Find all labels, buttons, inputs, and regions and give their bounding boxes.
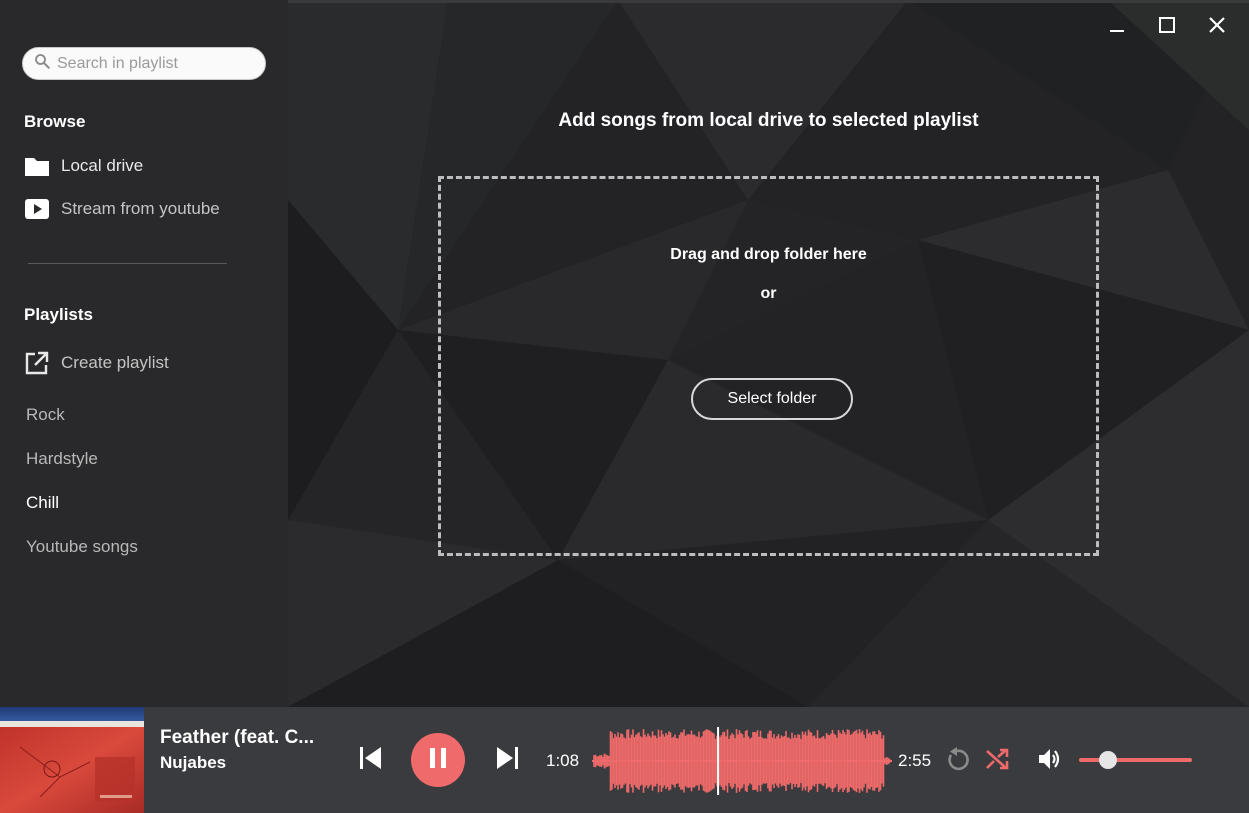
minimize-icon — [1108, 16, 1126, 39]
drop-zone-text: Drag and drop folder here — [670, 246, 867, 263]
waveform-seekbar[interactable] — [592, 727, 892, 795]
playlist-item-chill[interactable]: Chill — [26, 493, 59, 513]
create-playlist-button[interactable]: Create playlist — [24, 351, 169, 375]
playlist-item-rock[interactable]: Rock — [26, 405, 65, 425]
sidebar-item-label: Stream from youtube — [61, 199, 220, 218]
previous-button[interactable] — [354, 746, 386, 774]
song-artist: Nujabes — [160, 753, 227, 772]
minimize-button[interactable] — [1102, 12, 1132, 42]
page-title: Add songs from local drive to selected p… — [558, 110, 979, 131]
volume-slider-handle[interactable] — [1099, 751, 1117, 769]
maximize-icon — [1158, 16, 1176, 39]
pause-button[interactable] — [411, 733, 465, 787]
sidebar: Browse Local drive Stream from youtube P… — [0, 0, 288, 707]
folder-icon — [24, 155, 50, 177]
pause-icon — [428, 747, 448, 774]
close-button[interactable] — [1202, 12, 1232, 42]
next-button[interactable] — [492, 746, 524, 774]
create-playlist-label: Create playlist — [61, 353, 169, 372]
replay-button[interactable] — [944, 746, 972, 777]
main-panel: Add songs from local drive to selected p… — [288, 0, 1249, 707]
drop-zone-or: or — [760, 285, 777, 302]
skip-previous-icon — [357, 746, 383, 775]
search-input[interactable] — [57, 54, 247, 73]
volume-button[interactable] — [1036, 747, 1064, 775]
youtube-play-icon — [24, 198, 50, 220]
volume-icon — [1037, 747, 1063, 776]
sidebar-item-label: Local drive — [61, 156, 144, 175]
volume-slider-track[interactable] — [1079, 758, 1192, 762]
drop-zone[interactable]: Drag and drop folder here or Select fold… — [438, 176, 1099, 556]
search-icon — [33, 52, 51, 75]
top-border — [288, 0, 1249, 3]
sidebar-divider — [28, 263, 227, 264]
total-duration: 2:55 — [898, 751, 932, 770]
skip-next-icon — [495, 746, 521, 775]
maximize-button[interactable] — [1152, 12, 1182, 42]
close-icon — [1208, 16, 1226, 39]
sidebar-item-youtube[interactable]: Stream from youtube — [24, 198, 220, 220]
sidebar-item-local-drive[interactable]: Local drive — [24, 155, 143, 177]
shuffle-button[interactable] — [984, 747, 1012, 775]
select-folder-button[interactable]: Select folder — [691, 378, 853, 420]
search-box[interactable] — [22, 47, 266, 80]
playlist-item-youtube-songs[interactable]: Youtube songs — [26, 537, 138, 557]
open-in-new-icon — [24, 351, 50, 375]
elapsed-time: 1:08 — [546, 751, 580, 770]
song-title: Feather (feat. C... — [160, 727, 315, 748]
playlists-heading: Playlists — [24, 305, 93, 324]
shuffle-icon — [985, 747, 1011, 776]
album-art[interactable] — [0, 707, 144, 813]
playlist-item-hardstyle[interactable]: Hardstyle — [26, 449, 98, 469]
browse-heading: Browse — [24, 112, 86, 131]
replay-icon — [945, 746, 971, 777]
player-bar: Feather (feat. C... Nujabes 1:08 2:55 — [0, 707, 1249, 813]
